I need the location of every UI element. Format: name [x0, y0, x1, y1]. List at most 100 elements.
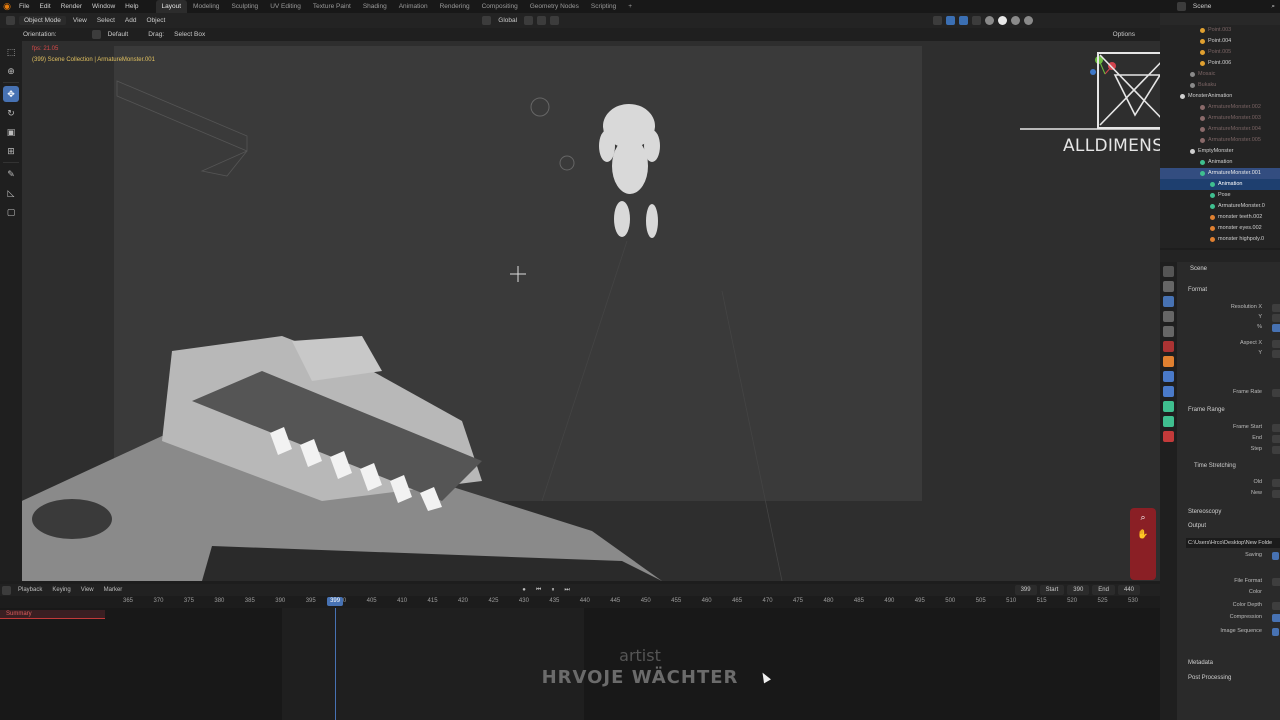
modifier-tab-icon[interactable] — [1163, 371, 1174, 382]
rendered-shading-icon[interactable] — [1024, 16, 1034, 25]
current-frame-field[interactable]: 399 — [1014, 585, 1037, 595]
rotate-tool-icon[interactable]: ↻ — [3, 105, 19, 121]
add-cube-tool-icon[interactable]: ▢ — [3, 204, 19, 220]
outliner-row[interactable]: monster teeth.002 — [1160, 212, 1280, 223]
outliner-row[interactable]: Bukaku — [1160, 80, 1280, 91]
timeline-menu-marker[interactable]: Marker — [99, 587, 128, 593]
tab-animation[interactable]: Animation — [393, 0, 434, 13]
timeline-editor-icon[interactable] — [2, 585, 11, 595]
menu-file[interactable]: File — [14, 3, 34, 10]
material-shading-icon[interactable] — [1011, 16, 1021, 25]
move-tool-icon[interactable]: ✥ — [3, 86, 19, 102]
measure-tool-icon[interactable]: ◺ — [3, 185, 19, 201]
outliner-row[interactable]: MonsterAnimation — [1160, 91, 1280, 102]
orientation-value[interactable]: Default — [103, 31, 134, 38]
jump-end-icon[interactable]: ⏭ — [559, 587, 574, 594]
tab-scripting[interactable]: Scripting — [585, 0, 622, 13]
add-workspace-icon[interactable]: + — [622, 0, 638, 13]
scene-search-icon[interactable]: ⌕ — [1266, 3, 1280, 11]
blender-logo-icon[interactable]: ◉ — [0, 0, 14, 13]
pan-hand-icon[interactable]: ✋ — [1130, 529, 1156, 540]
view-layer-tab-icon[interactable] — [1163, 311, 1174, 322]
outliner-row[interactable]: Point.003 — [1160, 25, 1280, 36]
visibility-icon[interactable] — [933, 16, 943, 25]
output-tab-icon[interactable] — [1163, 296, 1174, 307]
zoom-icon[interactable]: ⌕ — [1130, 512, 1156, 523]
resolution-percent-field[interactable] — [1272, 324, 1280, 332]
menu-view[interactable]: View — [68, 17, 92, 24]
outliner-row[interactable]: ArmatureMonster.001 — [1160, 168, 1280, 179]
frame-end-field[interactable] — [1272, 435, 1280, 443]
options-dropdown[interactable]: Options — [1108, 31, 1140, 38]
jump-start-icon[interactable]: ⏮ — [531, 587, 546, 594]
texture-tab-icon[interactable] — [1163, 431, 1174, 442]
tab-layout[interactable]: Layout — [155, 0, 188, 13]
compression-field[interactable] — [1272, 614, 1280, 622]
scene-selector[interactable]: Scene ⌕ — [1170, 0, 1280, 13]
overlay-toggle-icon[interactable] — [959, 16, 969, 25]
xray-icon[interactable] — [972, 16, 982, 25]
tool-tab-icon[interactable] — [1163, 266, 1174, 277]
bone-tab-icon[interactable] — [1163, 416, 1174, 427]
panel-metadata[interactable]: Metadata — [1178, 657, 1213, 669]
panel-output[interactable]: Output — [1178, 520, 1206, 532]
file-format-field[interactable] — [1272, 578, 1280, 586]
scene-tab-icon[interactable] — [1163, 326, 1174, 337]
outliner-row[interactable]: ArmatureMonster.004 — [1160, 124, 1280, 135]
timeline-menu-view[interactable]: View — [76, 587, 99, 593]
menu-add[interactable]: Add — [120, 17, 142, 24]
aspect-x-field[interactable] — [1272, 340, 1280, 348]
snap-icon[interactable] — [537, 16, 547, 25]
drag-value[interactable]: Select Box — [169, 31, 210, 38]
panel-stereoscopy[interactable]: Stereoscopy — [1178, 506, 1221, 518]
tab-shading[interactable]: Shading — [357, 0, 393, 13]
scale-tool-icon[interactable]: ▣ — [3, 124, 19, 140]
output-path-field[interactable]: C:\Users\Hrco\Desktop\New Folde — [1186, 538, 1280, 548]
timeline-menu-playback[interactable]: Playback — [13, 587, 47, 593]
wireframe-shading-icon[interactable] — [985, 16, 995, 25]
menu-edit[interactable]: Edit — [34, 3, 55, 10]
tab-rendering[interactable]: Rendering — [434, 0, 476, 13]
end-frame-field[interactable]: 440 — [1117, 585, 1140, 595]
annotate-tool-icon[interactable]: ✎ — [3, 166, 19, 182]
time-new-field[interactable] — [1272, 490, 1280, 498]
outliner-row[interactable]: Pose — [1160, 190, 1280, 201]
outliner-row[interactable]: ArmatureMonster.0 — [1160, 201, 1280, 212]
outliner-row[interactable]: ArmatureMonster.005 — [1160, 135, 1280, 146]
mode-dropdown[interactable]: Object Mode — [19, 16, 66, 25]
pause-icon[interactable]: ⏸ — [546, 587, 559, 594]
tank-model[interactable] — [22, 336, 662, 581]
time-old-field[interactable] — [1272, 479, 1280, 487]
record-icon[interactable]: ● — [517, 587, 531, 593]
proportional-edit-icon[interactable] — [550, 16, 560, 25]
resolution-y-field[interactable] — [1272, 314, 1280, 322]
outliner-row[interactable]: EmptyMonster — [1160, 146, 1280, 157]
panel-time-stretching[interactable]: Time Stretching — [1178, 460, 1236, 472]
frame-start-field[interactable] — [1272, 424, 1280, 432]
3d-viewport[interactable]: fps: 21.05 (399) Scene Collection | Arma… — [22, 41, 1160, 581]
menu-window[interactable]: Window — [87, 3, 120, 10]
outliner-row[interactable]: Mosaic — [1160, 69, 1280, 80]
frame-step-field[interactable] — [1272, 446, 1280, 454]
menu-render[interactable]: Render — [56, 3, 87, 10]
outliner-row[interactable]: Point.004 — [1160, 36, 1280, 47]
physics-tab-icon[interactable] — [1163, 386, 1174, 397]
outliner-row[interactable]: Point.005 — [1160, 47, 1280, 58]
render-tab-icon[interactable] — [1163, 281, 1174, 292]
transform-tool-icon[interactable]: ⊞ — [3, 143, 19, 159]
color-depth-field[interactable] — [1272, 602, 1280, 610]
outliner-row[interactable]: Animation — [1160, 157, 1280, 168]
outliner-row[interactable]: Point.006 — [1160, 58, 1280, 69]
viewport-navigation-gizmo[interactable]: ⌕ ✋ — [1130, 508, 1156, 580]
playhead-line[interactable] — [335, 608, 337, 720]
menu-help[interactable]: Help — [120, 3, 143, 10]
select-tool-icon[interactable]: ⬚ — [3, 44, 19, 60]
panel-frame-range[interactable]: Frame Range — [1178, 404, 1225, 416]
outliner-row[interactable]: ArmatureMonster.003 — [1160, 113, 1280, 124]
gizmo-toggle-icon[interactable] — [946, 16, 956, 25]
saving-checkbox[interactable] — [1272, 552, 1279, 560]
transform-orientation-dropdown[interactable]: Global — [493, 17, 522, 24]
menu-object[interactable]: Object — [142, 17, 171, 24]
tab-texture-paint[interactable]: Texture Paint — [307, 0, 357, 13]
tab-compositing[interactable]: Compositing — [476, 0, 524, 13]
